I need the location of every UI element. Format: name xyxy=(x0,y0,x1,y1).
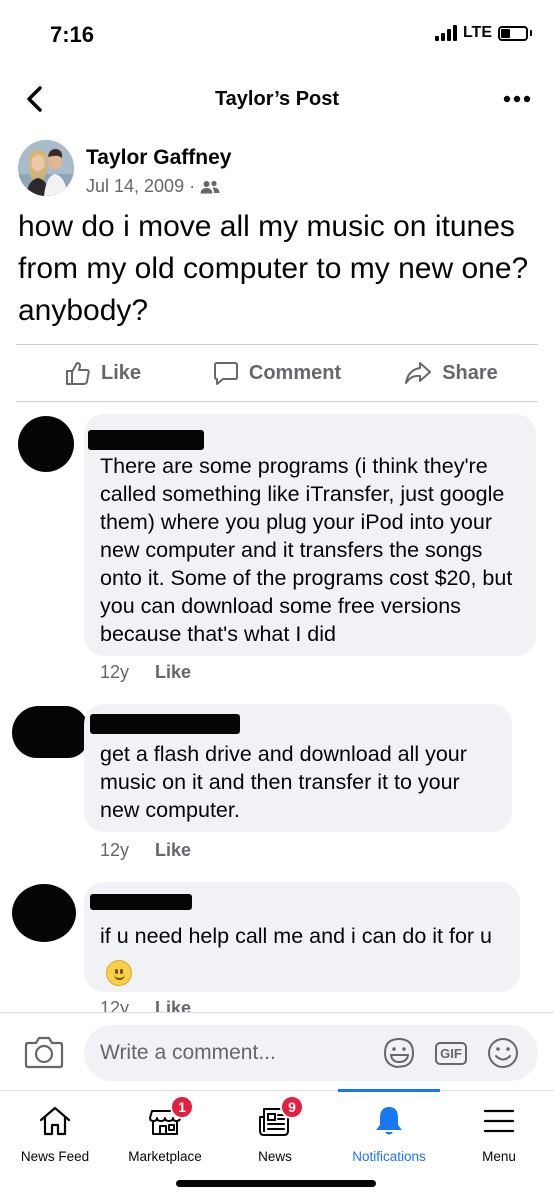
commenter-name-redacted[interactable] xyxy=(90,894,192,910)
share-arrow-icon xyxy=(405,362,432,384)
meta-separator: · xyxy=(189,176,196,196)
comment-composer: GIF xyxy=(0,1012,554,1090)
post-meta: Jul 14, 2009 · xyxy=(86,176,220,197)
comment-meta: 12y Like xyxy=(100,840,191,861)
comment-item: get a flash drive and download all your … xyxy=(0,700,554,870)
tab-label: Notifications xyxy=(352,1149,426,1164)
news-badge: 9 xyxy=(280,1095,304,1119)
comment-button[interactable]: Comment xyxy=(190,345,364,401)
tab-label: Marketplace xyxy=(128,1149,202,1164)
gif-icon: GIF xyxy=(435,1041,467,1065)
share-button[interactable]: Share xyxy=(364,345,538,401)
top-nav: Taylor’s Post xyxy=(0,76,554,122)
home-indicator[interactable] xyxy=(176,1180,376,1187)
author-avatar[interactable] xyxy=(18,140,74,196)
network-label: LTE xyxy=(462,24,492,41)
commenter-avatar-redacted[interactable] xyxy=(12,884,76,942)
home-icon xyxy=(39,1106,71,1136)
post-date[interactable]: Jul 14, 2009 xyxy=(86,176,184,197)
thumbs-up-icon xyxy=(65,362,90,385)
comment-bubble-icon xyxy=(213,362,238,385)
comment-like-button[interactable]: Like xyxy=(155,662,191,683)
gif-button[interactable]: GIF xyxy=(434,1037,468,1069)
comment-bubble[interactable]: get a flash drive and download all your … xyxy=(84,704,512,832)
post-header: Taylor Gaffney Jul 14, 2009 · xyxy=(18,138,538,202)
comment-label: Comment xyxy=(248,361,342,384)
tab-marketplace[interactable]: 1 Marketplace xyxy=(110,1091,220,1171)
tab-menu[interactable]: Menu xyxy=(444,1091,554,1171)
battery-icon xyxy=(498,25,528,41)
status-bar: 7:16 LTE xyxy=(0,0,554,70)
commenter-avatar-redacted[interactable] xyxy=(18,416,74,472)
sticker-icon xyxy=(383,1037,415,1069)
page-title: Taylor’s Post xyxy=(214,88,340,110)
like-label: Like xyxy=(100,361,142,384)
smiley-emoji-icon xyxy=(106,960,132,987)
post-actions: Like Comment Share xyxy=(16,344,538,402)
battery-tip xyxy=(530,30,532,36)
tab-news[interactable]: 9 News xyxy=(220,1091,330,1171)
comment-text: get a flash drive and download all your … xyxy=(100,742,467,822)
comment-time[interactable]: 12y xyxy=(100,662,129,683)
camera-button[interactable] xyxy=(24,1035,64,1071)
camera-icon xyxy=(24,1036,64,1069)
comment-text: There are some programs (i think they're… xyxy=(100,454,513,646)
bell-icon xyxy=(376,1107,402,1135)
comment-bubble[interactable]: There are some programs (i think they're… xyxy=(84,414,536,656)
commenter-name-redacted[interactable] xyxy=(90,714,240,734)
comment-text-content: if u need help call me and i can do it f… xyxy=(100,924,493,948)
comment-time[interactable]: 12y xyxy=(100,840,129,861)
post-text: how do i move all my music on itunes fro… xyxy=(18,210,529,327)
smiley-icon xyxy=(488,1038,518,1068)
friends-audience-icon xyxy=(200,180,220,193)
comment-meta: 12y Like xyxy=(100,662,191,683)
comment-item: There are some programs (i think they're… xyxy=(0,410,554,690)
tab-news-feed[interactable]: News Feed xyxy=(0,1091,110,1171)
comment-text: if u need help call me and i can do it f… xyxy=(100,918,508,990)
more-dots-icon xyxy=(503,95,531,103)
sticker-button[interactable] xyxy=(382,1037,416,1069)
commenter-name-redacted[interactable] xyxy=(88,430,204,450)
comment-like-button[interactable]: Like xyxy=(155,840,191,861)
marketplace-badge: 1 xyxy=(170,1095,194,1119)
more-options-button[interactable] xyxy=(502,86,532,112)
share-label: Share xyxy=(442,361,498,384)
tab-notifications[interactable]: Notifications xyxy=(334,1091,444,1171)
signal-icon xyxy=(434,25,457,41)
commenter-avatar-redacted[interactable] xyxy=(12,706,88,758)
status-time: 7:16 xyxy=(50,22,95,47)
tab-label: News xyxy=(258,1149,292,1164)
comment-bubble[interactable]: if u need help call me and i can do it f… xyxy=(84,882,520,992)
emoji-button[interactable] xyxy=(486,1037,520,1069)
comment-item: if u need help call me and i can do it f… xyxy=(0,878,554,1018)
status-indicators: LTE xyxy=(434,24,532,42)
author-name[interactable]: Taylor Gaffney xyxy=(86,146,231,170)
tab-label: News Feed xyxy=(20,1149,90,1164)
profile-photo xyxy=(18,140,74,196)
like-button[interactable]: Like xyxy=(16,345,190,401)
comment-input[interactable] xyxy=(84,1025,538,1081)
menu-icon xyxy=(483,1109,515,1133)
tab-label: Menu xyxy=(482,1149,516,1164)
